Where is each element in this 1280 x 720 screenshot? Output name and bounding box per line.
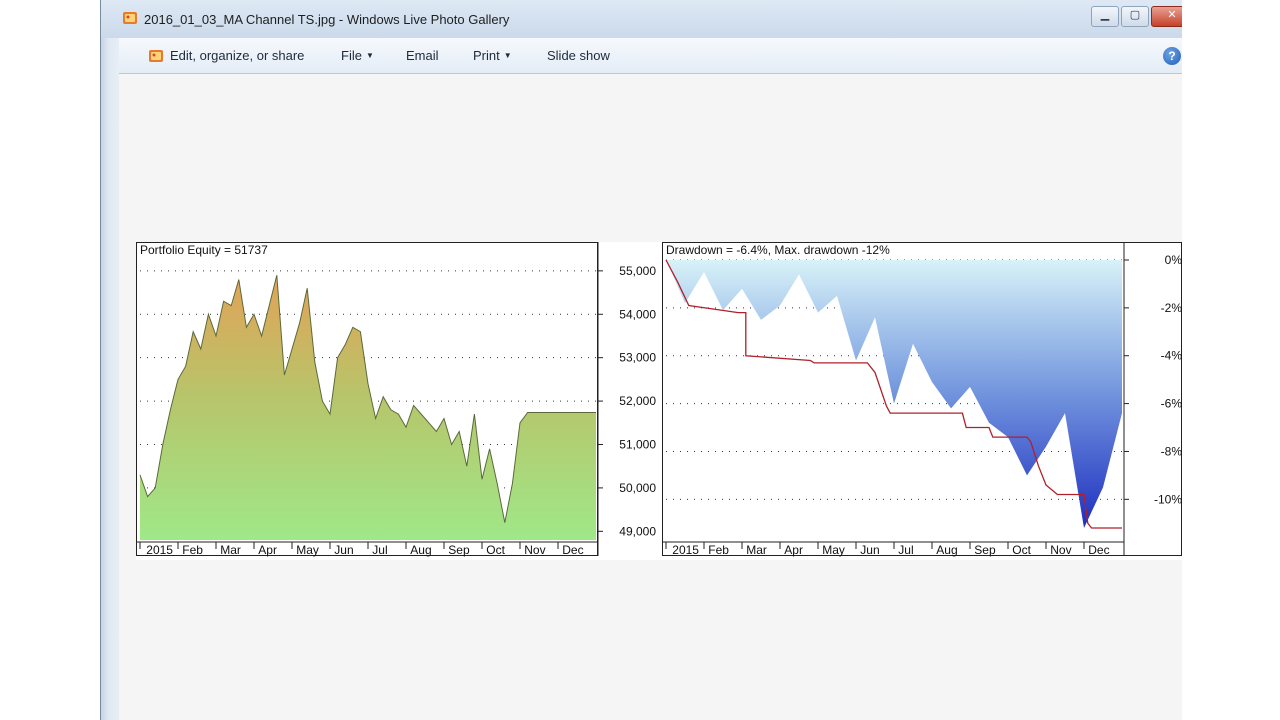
y-tick-label: -6% — [1161, 397, 1182, 411]
displayed-photo[interactable]: 55,000 54,000 53,000 52,000 51,000 50,000 49,0… — [136, 242, 1182, 560]
x-tick-label: Sep — [448, 543, 470, 557]
x-tick-label: Feb — [708, 543, 729, 557]
x-tick-label: Sep — [974, 543, 996, 557]
y-tick-label: 50,000 — [619, 481, 656, 495]
edit-organize-share-label: Edit, organize, or share — [170, 48, 305, 63]
y-tick-label: 54,000 — [619, 307, 656, 321]
desktop-left — [0, 0, 100, 720]
photo-viewer-area: 55,000 54,000 53,000 52,000 51,000 50,000 49,0… — [119, 74, 1182, 720]
y-tick-label: -8% — [1161, 444, 1182, 458]
x-tick-label: May — [296, 543, 319, 557]
charts-svg: 55,000 54,000 53,000 52,000 51,000 50,000 49,0… — [136, 242, 1182, 557]
photo-gallery-icon — [149, 50, 163, 62]
y-tick-label: 49,000 — [619, 524, 656, 538]
x-tick-label: Aug — [410, 543, 431, 557]
chart-title: Drawdown = -6.4%, Max. drawdown -12% — [666, 243, 890, 257]
photo-gallery-app-icon — [123, 12, 137, 24]
portfolio-equity-chart: 55,000 54,000 53,000 52,000 51,000 50,000 49,0… — [136, 242, 656, 557]
x-tick-label: Mar — [220, 543, 241, 557]
window-title: 2016_01_03_MA Channel TS.jpg - Windows L… — [144, 12, 510, 27]
x-tick-label: Jun — [860, 543, 879, 557]
minimize-button[interactable]: ▁ — [1091, 6, 1119, 27]
x-tick-label: Nov — [524, 543, 545, 557]
maximize-icon: ▢ — [1129, 8, 1141, 21]
drawdown-chart: 0% -2% -4% -6% -8% -10% 2015 Feb Mar Apr May Jun Jul… — [662, 242, 1182, 557]
title-bar[interactable]: 2016_01_03_MA Channel TS.jpg - Windows L… — [101, 0, 1182, 38]
y-tick-label: -2% — [1161, 301, 1182, 315]
slide-show-button[interactable]: Slide show — [547, 48, 610, 63]
window-frame-left — [101, 0, 120, 720]
close-button[interactable]: ✕ — [1151, 6, 1182, 27]
help-icon[interactable]: ? — [1163, 47, 1181, 65]
chevron-down-icon: ▼ — [503, 51, 512, 60]
file-menu-label: File — [341, 48, 362, 63]
x-tick-label: Dec — [562, 543, 583, 557]
x-tick-label: Jun — [334, 543, 353, 557]
x-tick-label: Apr — [784, 543, 803, 557]
x-tick-label: 2015 — [146, 543, 173, 557]
email-button[interactable]: Email — [406, 48, 439, 63]
close-icon: ✕ — [1167, 8, 1177, 21]
y-tick-label: 55,000 — [619, 264, 656, 278]
x-tick-label: Oct — [486, 543, 505, 557]
drawdown-area — [666, 260, 1122, 529]
print-menu-button[interactable]: Print ▼ — [473, 48, 512, 63]
x-tick-label: Oct — [1012, 543, 1031, 557]
photo-gallery-window: 2016_01_03_MA Channel TS.jpg - Windows L… — [100, 0, 1182, 720]
x-tick-label: Feb — [182, 543, 203, 557]
y-tick-label: 51,000 — [619, 437, 656, 451]
x-tick-label: Apr — [258, 543, 277, 557]
minimize-icon: ▁ — [1100, 8, 1110, 21]
y-tick-label: -10% — [1154, 492, 1182, 506]
command-bar: Edit, organize, or share File ▼ Email Pri… — [119, 38, 1182, 74]
file-menu-button[interactable]: File ▼ — [341, 48, 374, 63]
x-tick-label: May — [822, 543, 845, 557]
x-tick-label: Aug — [936, 543, 957, 557]
x-tick-label: Dec — [1088, 543, 1109, 557]
chevron-down-icon: ▼ — [365, 51, 374, 60]
x-tick-label: Nov — [1050, 543, 1071, 557]
x-tick-label: Jul — [898, 543, 913, 557]
x-tick-label: 2015 — [672, 543, 699, 557]
x-tick-label: Jul — [372, 543, 387, 557]
print-menu-label: Print — [473, 48, 500, 63]
chart-title: Portfolio Equity = 51737 — [140, 243, 268, 257]
email-label: Email — [406, 48, 439, 63]
maximize-button[interactable]: ▢ — [1121, 6, 1149, 27]
edit-organize-share-button[interactable]: Edit, organize, or share — [170, 48, 304, 63]
y-tick-label: 0% — [1165, 253, 1182, 267]
y-tick-label: -4% — [1161, 349, 1182, 363]
desktop-right — [1181, 0, 1280, 720]
y-tick-label: 52,000 — [619, 394, 656, 408]
x-tick-label: Mar — [746, 543, 767, 557]
slide-show-label: Slide show — [547, 48, 610, 63]
y-tick-label: 53,000 — [619, 351, 656, 365]
